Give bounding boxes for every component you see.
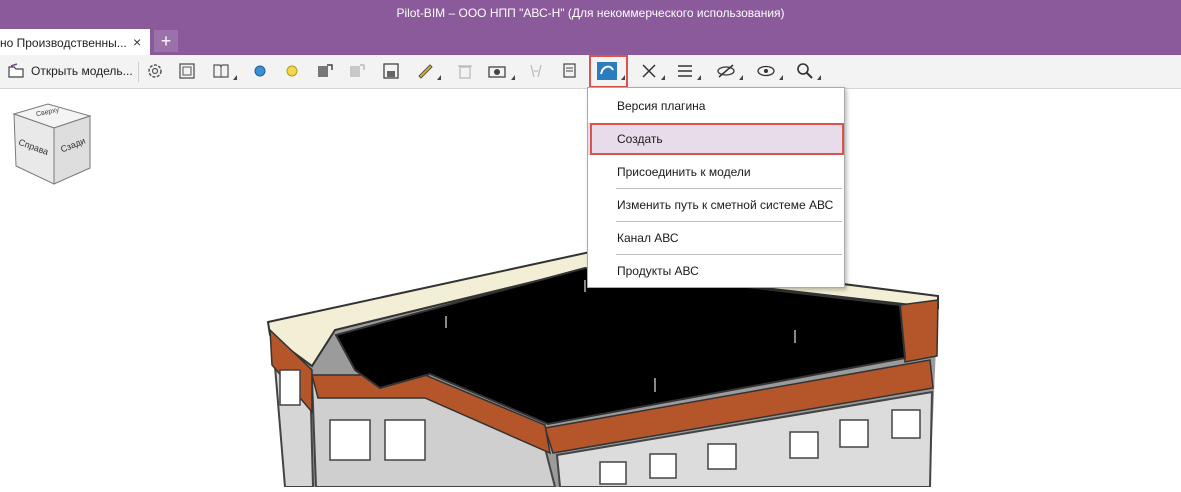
- view-button[interactable]: [756, 60, 783, 82]
- tab-bar: но Производственны... × +: [0, 26, 1181, 55]
- menu-item-attach-to-model[interactable]: Присоединить к модели: [588, 156, 844, 188]
- blue-dot-icon: [254, 65, 266, 77]
- blue-dot-button[interactable]: [252, 60, 268, 82]
- toolbar-divider: [138, 62, 139, 82]
- menu-item-abc-channel[interactable]: Канал АВС: [588, 222, 844, 254]
- plugin-dropdown-menu: Версия плагина Создать Присоединить к мо…: [587, 87, 845, 288]
- brackets-button[interactable]: [528, 60, 544, 82]
- dropdown-arrow-icon: [661, 75, 665, 80]
- list-button[interactable]: [676, 60, 701, 82]
- menu-item-label: Продукты АВС: [617, 264, 699, 278]
- settings-button[interactable]: [146, 60, 164, 82]
- camera-icon: [488, 66, 506, 78]
- report-button[interactable]: [562, 60, 580, 82]
- title-bar: Pilot-BIM – ООО НПП "АВС-Н" (Для некомме…: [0, 0, 1181, 26]
- wand-button[interactable]: [640, 60, 665, 82]
- tab-close-icon[interactable]: ×: [133, 34, 141, 50]
- box-import-button[interactable]: [348, 60, 366, 82]
- dropdown-arrow-icon: [779, 75, 783, 80]
- save-button[interactable]: [382, 60, 400, 82]
- dropdown-arrow-icon: [511, 75, 515, 80]
- menu-item-change-path[interactable]: Изменить путь к сметной системе АВС: [588, 189, 844, 221]
- open-folder-icon: [8, 63, 24, 78]
- dropdown-arrow-icon: [437, 75, 441, 80]
- menu-item-label: Канал АВС: [617, 231, 679, 245]
- save-icon: [383, 63, 399, 79]
- settings-icon: [148, 64, 162, 78]
- box-export-button[interactable]: [316, 60, 334, 82]
- dropdown-arrow-icon: [697, 75, 701, 80]
- yellow-dot-icon: [286, 65, 298, 77]
- yellow-dot-button[interactable]: [284, 60, 300, 82]
- menu-item-label: Изменить путь к сметной системе АВС: [617, 198, 834, 212]
- menu-item-label: Присоединить к модели: [617, 165, 751, 179]
- report-icon: [563, 63, 576, 78]
- camera-button[interactable]: [488, 60, 515, 82]
- search-icon: [797, 63, 813, 79]
- menu-item-label: Версия плагина: [617, 99, 706, 113]
- book-button[interactable]: [212, 60, 237, 82]
- window-title: Pilot-BIM – ООО НПП "АВС-Н" (Для некомме…: [396, 6, 785, 20]
- dropdown-arrow-icon: [817, 75, 821, 80]
- dropdown-arrow-icon: [739, 75, 743, 80]
- trash-icon: [458, 65, 472, 79]
- measure-button[interactable]: [416, 60, 441, 82]
- toolbar: Открыть модель...: [0, 55, 1181, 89]
- measure-icon: [418, 64, 433, 79]
- hide-icon: [717, 64, 735, 78]
- document-tab[interactable]: но Производственны... ×: [0, 29, 150, 55]
- tab-label: но Производственны...: [0, 36, 127, 50]
- open-model-label: Открыть модель...: [31, 64, 133, 78]
- frame-button[interactable]: [178, 60, 196, 82]
- box-export-icon: [318, 64, 333, 77]
- open-model-button[interactable]: Открыть модель...: [8, 60, 133, 82]
- dropdown-arrow-icon: [233, 75, 237, 80]
- create-item-highlight: [590, 123, 844, 155]
- delete-button[interactable]: [456, 60, 474, 82]
- view-icon: [757, 65, 775, 77]
- wand-icon: [642, 64, 656, 78]
- menu-item-plugin-version[interactable]: Версия плагина: [588, 90, 844, 122]
- view-cube[interactable]: Сверху Справа Сзади: [8, 100, 98, 190]
- brackets-icon: [530, 64, 542, 78]
- add-tab-button[interactable]: +: [154, 30, 178, 52]
- book-icon: [213, 64, 229, 78]
- menu-item-abc-products[interactable]: Продукты АВС: [588, 255, 844, 287]
- hide-button[interactable]: [716, 60, 743, 82]
- list-icon: [678, 65, 692, 77]
- box-import-icon: [350, 64, 365, 77]
- search-button[interactable]: [796, 60, 821, 82]
- plugin-button-highlight: [589, 55, 628, 88]
- frame-icon: [179, 63, 195, 79]
